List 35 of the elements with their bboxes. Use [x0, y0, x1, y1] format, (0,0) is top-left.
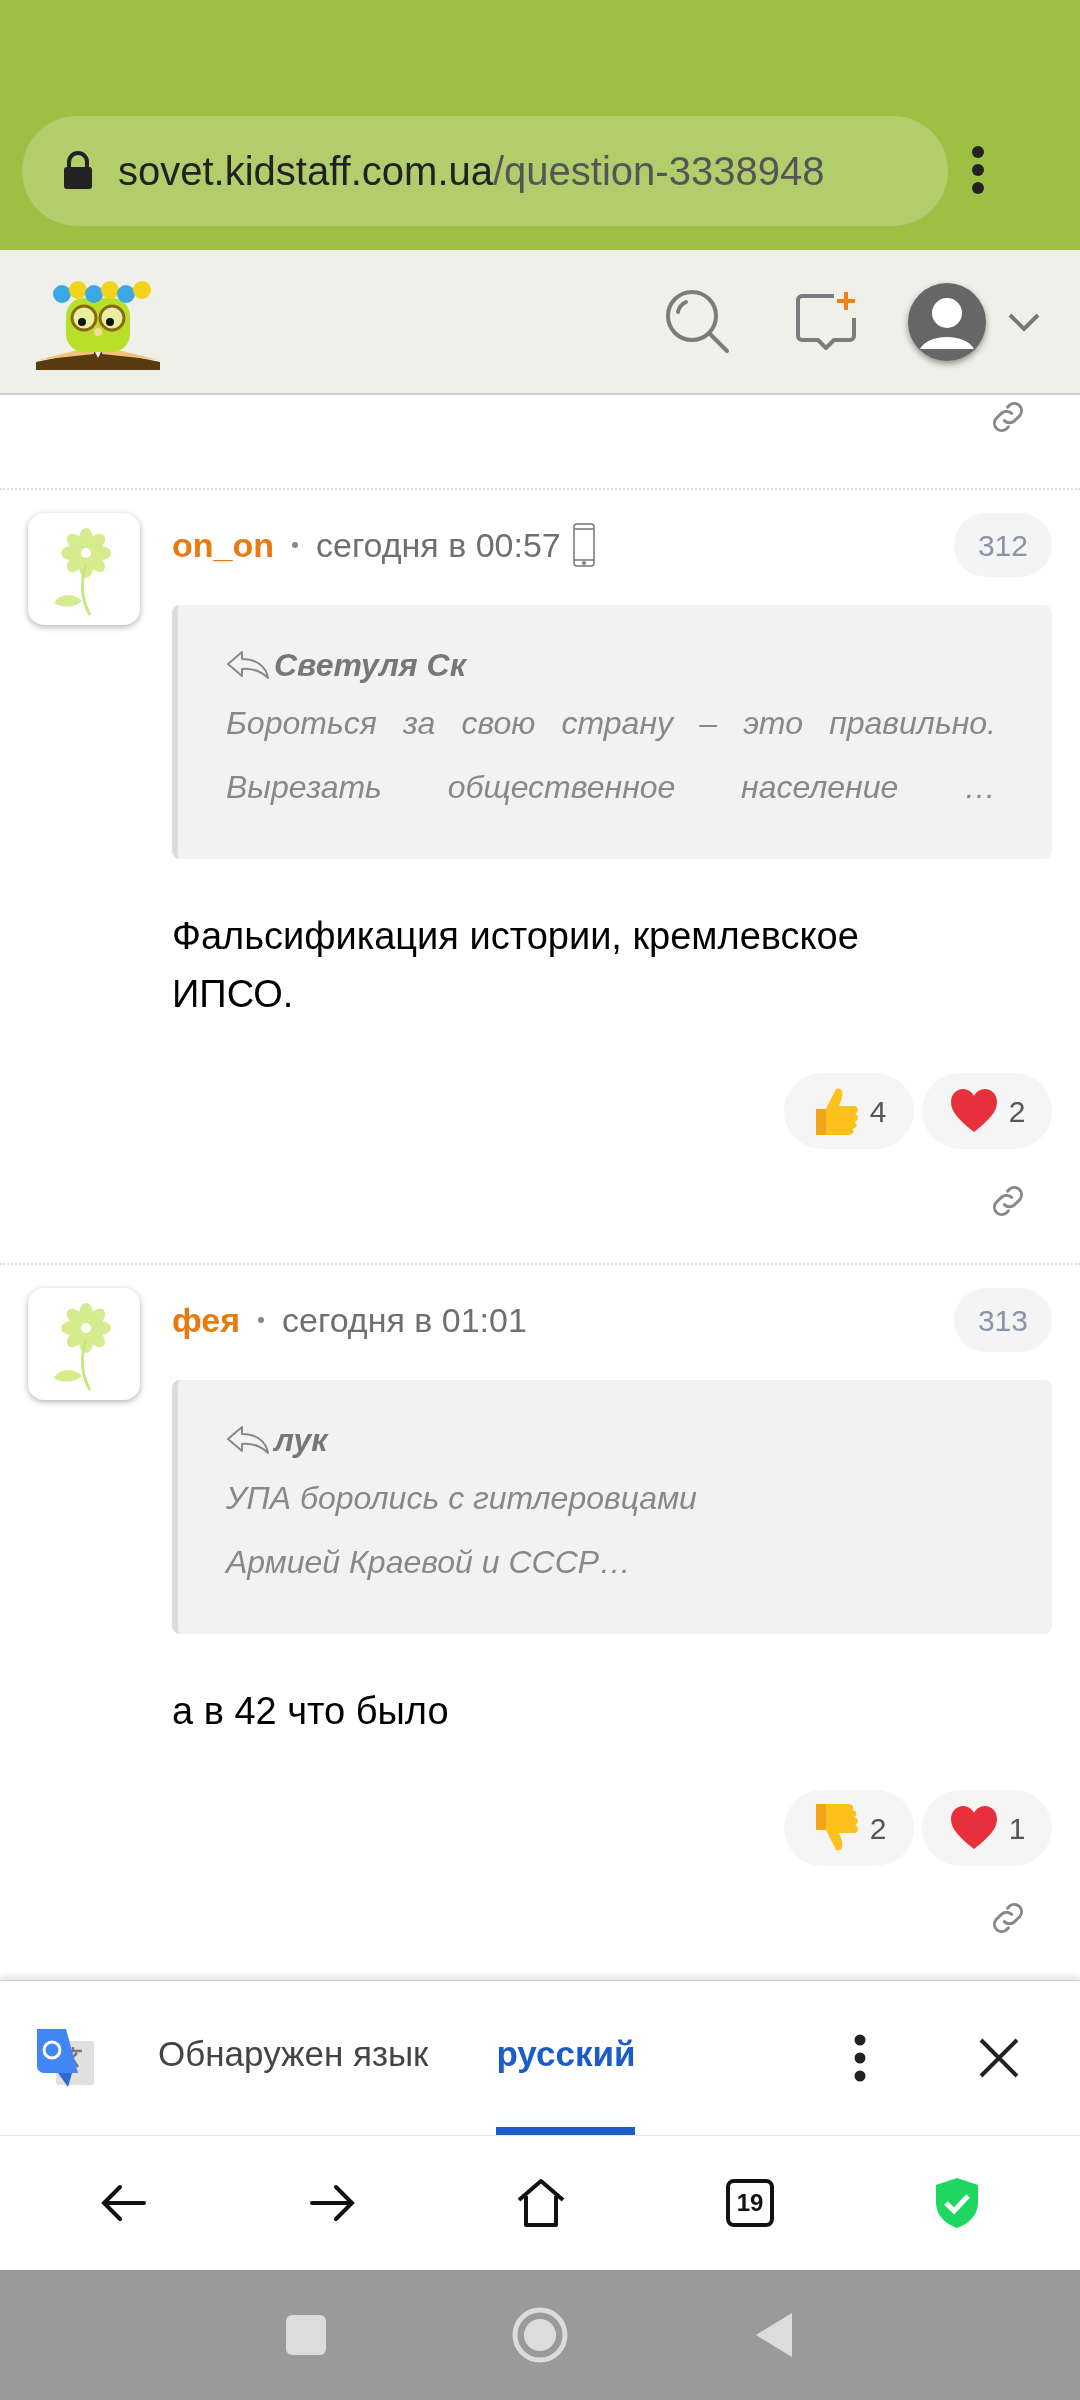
home-icon[interactable]	[516, 2178, 566, 2228]
reaction-button[interactable]: 4	[784, 1073, 914, 1149]
reaction-button[interactable]: 1	[922, 1790, 1052, 1866]
url-text: sovet.kidstaff.com.ua/question-3338948	[118, 148, 825, 195]
tab-count[interactable]: 19	[726, 2179, 774, 2227]
back-button-icon[interactable]	[754, 2311, 794, 2359]
quote-text: Вырезать общественное население …	[226, 768, 996, 807]
forward-icon[interactable]	[308, 2183, 356, 2223]
heart-icon	[948, 1805, 999, 1851]
chevron-down-icon[interactable]	[1008, 311, 1040, 332]
close-icon[interactable]	[978, 2037, 1020, 2079]
search-icon[interactable]	[664, 287, 732, 356]
quote-author[interactable]: Светуля Ск	[274, 641, 466, 689]
comment-text: Фальсификация истории, кремлевское ИПСО.	[172, 914, 860, 1017]
translate-icon[interactable]	[34, 2027, 96, 2089]
comment-time: сегодня в 01:01	[282, 1299, 527, 1341]
user-avatar-icon[interactable]	[908, 282, 986, 361]
reply-icon	[226, 1425, 270, 1455]
phone-icon	[572, 523, 595, 567]
reaction-button[interactable]: 2	[784, 1790, 914, 1866]
reply-icon	[226, 650, 270, 680]
back-icon[interactable]	[100, 2183, 148, 2223]
heart-icon	[948, 1088, 999, 1134]
address-field[interactable]: sovet.kidstaff.com.ua/question-3338948	[22, 116, 948, 226]
lock-icon	[62, 151, 94, 191]
language-tab[interactable]: Обнаружен язык	[158, 1981, 429, 2135]
quote-author[interactable]: лук	[274, 1416, 328, 1464]
quote-text: Армией Краевой и СССР…	[226, 1543, 633, 1582]
comment-time: сегодня в 00:57	[316, 524, 561, 566]
comment-text: а в 42 что было	[172, 1689, 450, 1734]
quote-text: УПА боролись с гитлеровцами	[226, 1479, 698, 1518]
reaction-button[interactable]: 2	[922, 1073, 1052, 1149]
home-button-icon[interactable]	[512, 2307, 568, 2363]
shield-check-icon[interactable]	[934, 2176, 980, 2230]
quote-text: Бороться за свою страну – это правильно.	[226, 704, 996, 743]
